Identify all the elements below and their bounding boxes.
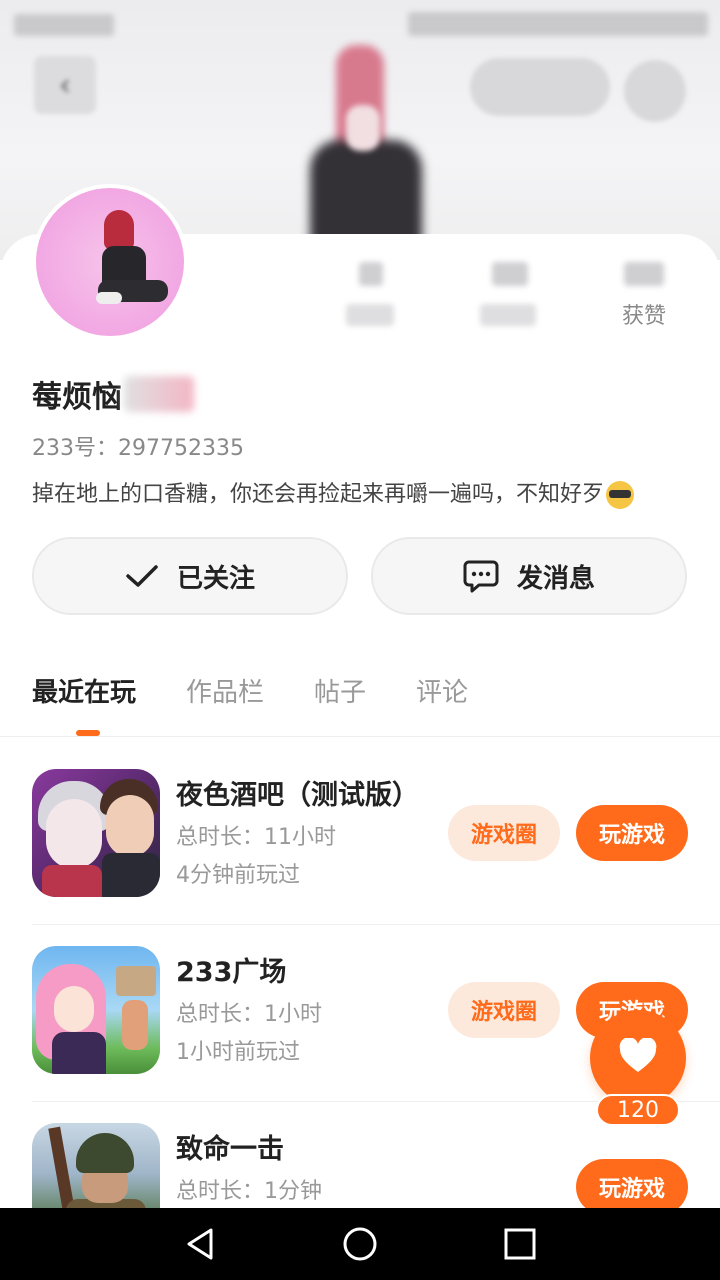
more-button[interactable] (624, 60, 686, 122)
followed-button[interactable]: 已关注 (32, 537, 348, 615)
game-last-played: 1小时前玩过 (176, 1040, 300, 1065)
status-icons-blur (408, 12, 708, 36)
tabs-divider (0, 736, 720, 737)
game-thumbnail (32, 946, 160, 1074)
game-thumbnail (32, 769, 160, 897)
game-title: 233广场 (176, 957, 287, 988)
game-duration: 总时长：1小时 (176, 1002, 322, 1027)
game-item[interactable]: 夜色酒吧（测试版） 总时长：11小时 4分钟前玩过 游戏圈 玩游戏 (32, 769, 720, 925)
stat-following[interactable] (346, 262, 396, 326)
tab-comments[interactable]: 评论 (416, 672, 468, 709)
chat-bubble-icon (463, 559, 499, 593)
tab-works[interactable]: 作品栏 (186, 672, 264, 709)
cool-emoji-icon (606, 481, 635, 509)
tab-posts[interactable]: 帖子 (314, 672, 366, 709)
game-circle-button[interactable]: 游戏圈 (448, 982, 560, 1038)
send-message-label: 发消息 (516, 563, 595, 594)
nav-back-icon[interactable] (170, 1214, 230, 1274)
nickname-blur (124, 376, 194, 412)
profile-tabs: 最近在玩 作品栏 帖子 评论 (32, 672, 518, 709)
avatar[interactable] (32, 184, 188, 340)
banner-character-image (300, 45, 430, 250)
game-last-played: 4分钟前玩过 (176, 863, 300, 888)
tab-recently-played[interactable]: 最近在玩 (32, 672, 136, 709)
game-circle-button[interactable]: 游戏圈 (448, 805, 560, 861)
like-button[interactable] (590, 1010, 686, 1106)
check-icon (125, 563, 159, 589)
play-game-button[interactable]: 玩游戏 (576, 1159, 688, 1215)
bio: 掉在地上的口香糖，你还会再捡起来再嚼一遍吗，不知好歹 (32, 476, 635, 509)
top-action-pill[interactable] (470, 58, 610, 116)
system-nav-bar (0, 1208, 720, 1280)
nav-home-icon[interactable] (330, 1214, 390, 1274)
user-id: 233号：297752335 (32, 436, 244, 461)
heart-icon (618, 1037, 658, 1078)
status-bar-blur (14, 14, 114, 36)
back-arrow-icon: ‹ (59, 67, 71, 103)
like-count: 120 (596, 1094, 680, 1126)
nickname: 莓烦恼 (32, 372, 194, 416)
send-message-button[interactable]: 发消息 (371, 537, 687, 615)
back-button[interactable]: ‹ (34, 56, 96, 114)
game-title: 夜色酒吧（测试版） (176, 780, 419, 811)
nav-recents-icon[interactable] (490, 1214, 550, 1274)
stat-fans[interactable] (480, 262, 540, 326)
play-game-button[interactable]: 玩游戏 (576, 805, 688, 861)
likes-label: 获赞 (621, 304, 666, 329)
game-duration: 总时长：11小时 (176, 825, 336, 850)
stat-likes: 获赞 (612, 262, 676, 330)
followed-label: 已关注 (176, 563, 255, 594)
row-divider (32, 924, 720, 925)
game-title: 致命一击 (176, 1134, 284, 1165)
game-duration: 总时长：1分钟 (176, 1179, 322, 1204)
